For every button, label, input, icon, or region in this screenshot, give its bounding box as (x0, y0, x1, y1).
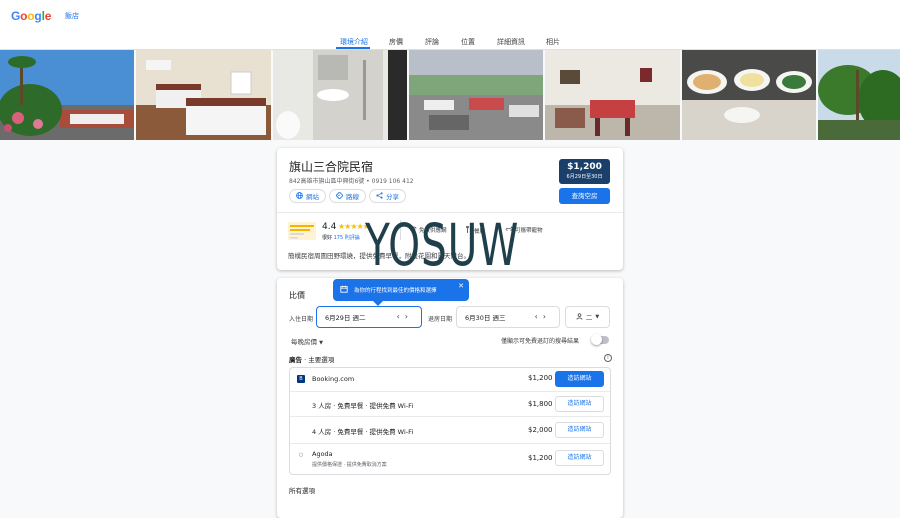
offer-subtitle: 提供價格保證 · 提供免費取消方案 (312, 462, 387, 468)
booking-logo-icon: B (297, 375, 305, 383)
free-cancel-label: 僅顯示可免費退訂的搜尋結果 (501, 338, 580, 345)
price-value: $1,200 (567, 162, 602, 172)
directions-button[interactable]: 路線 (329, 189, 366, 203)
offer-name: 3 人房 · 免費早餐 · 提供免費 Wi-Fi (312, 402, 414, 410)
section-tabs: 環境介紹 房價 評論 位置 詳細資訊 相片 (0, 30, 900, 50)
checkout-date-field[interactable]: 6月30日 週三 ‹› (456, 306, 560, 328)
checkin-value: 6月29日 週二 (325, 314, 366, 322)
close-icon[interactable]: ✕ (458, 282, 464, 290)
hotel-address: 842高雄市旗山區中興街6號 • 0919 106 412 (289, 178, 414, 185)
logo-letter: g (34, 9, 42, 23)
checkout-label: 退房日期 (428, 316, 453, 323)
chevron-left-icon[interactable]: ‹ (535, 312, 543, 321)
rating-summary: 很好 175 則評論 (322, 234, 360, 241)
globe-icon (296, 191, 303, 201)
hotel-name: 旗山三合院民宿 (289, 160, 374, 174)
visit-site-button[interactable]: 造訪網站 (555, 450, 604, 466)
tab-details[interactable]: 詳細資訊 (497, 37, 525, 47)
share-label: 分享 (386, 193, 399, 201)
chevron-left-icon[interactable]: ‹ (397, 312, 405, 321)
photo-dining-hall[interactable] (409, 50, 543, 140)
share-icon (376, 191, 383, 201)
price-dates: 6月29日至30日 (566, 174, 603, 180)
directions-icon (335, 190, 344, 201)
tab-photos[interactable]: 相片 (546, 37, 560, 47)
all-options-heading: 所有選項 (289, 487, 315, 495)
website-label: 網站 (306, 193, 319, 201)
website-button[interactable]: 網站 (289, 189, 326, 203)
checkout-value: 6月30日 週三 (465, 314, 506, 322)
offer-row[interactable]: 3 人房 · 免費早餐 · 提供免費 Wi-Fi $1,800 造訪網站 (290, 392, 610, 417)
tab-reviews[interactable]: 評論 (425, 37, 439, 47)
tab-location[interactable]: 位置 (461, 37, 475, 47)
photo-garden[interactable] (818, 50, 900, 140)
photo-restaurant[interactable] (545, 50, 680, 140)
tab-overview[interactable]: 環境介紹 (340, 37, 368, 47)
offers-list: B Booking.com $1,200 造訪網站 3 人房 · 免費早餐 · … (289, 367, 611, 475)
visit-site-button[interactable]: 造訪網站 (555, 371, 604, 387)
price-comparison-card: 比價 為你的行程找到最佳的價格和選擇 ✕ 入住日期 6月29日 週二 ‹› 退房… (277, 278, 623, 518)
rating-score: 4.4 (322, 222, 337, 232)
ads-heading: 廣告 · 主要選項 (289, 354, 334, 364)
checkin-date-field[interactable]: 6月29日 週二 ‹› (316, 306, 422, 328)
offer-price: $1,800 (528, 400, 553, 408)
checkin-label: 入住日期 (289, 316, 314, 323)
logo-letter: G (11, 9, 21, 23)
logo-letter: e (44, 9, 52, 23)
photo-exterior[interactable] (0, 50, 134, 140)
guests-value: 二 (585, 314, 593, 322)
google-logo[interactable]: Google (11, 9, 51, 23)
tab-prices[interactable]: 房價 (389, 37, 403, 47)
visit-site-button[interactable]: 造訪網站 (555, 396, 604, 412)
ads-title: · 主要選項 (302, 356, 335, 364)
ads-badge: 廣告 (289, 356, 302, 364)
photo-bathroom[interactable] (273, 50, 407, 140)
nightly-price-selector[interactable]: 每晚房價 ▼ (291, 336, 323, 346)
dropdown-arrow-icon: ▼ (319, 340, 323, 346)
person-icon (576, 312, 583, 322)
visit-site-button[interactable]: 造訪網站 (555, 422, 604, 438)
calendar-icon (340, 285, 348, 295)
watermark: YOSUW (365, 211, 520, 279)
photo-bedroom[interactable] (136, 50, 271, 140)
share-button[interactable]: 分享 (369, 189, 406, 203)
offer-name: 4 人房 · 免費早餐 · 提供免費 Wi-Fi (312, 428, 414, 436)
nightly-label: 每晚房價 (291, 338, 317, 346)
offer-price: $2,000 (528, 426, 553, 434)
offer-row[interactable]: 4 人房 · 免費早餐 · 提供免費 Wi-Fi $2,000 造訪網站 (290, 417, 610, 444)
photo-strip (0, 50, 900, 140)
price-summary[interactable]: $1,200 6月29日至30日 (559, 159, 610, 184)
top-bar: Google 飯店 (0, 0, 900, 30)
checkout-arrows: ‹› (535, 312, 551, 321)
info-icon[interactable]: i (604, 354, 612, 362)
offer-price: $1,200 (528, 454, 553, 462)
checkin-arrows: ‹› (397, 312, 413, 321)
rating-label: 很好 (322, 235, 333, 241)
free-cancel-toggle[interactable] (591, 334, 609, 345)
agoda-logo-icon: ○ (298, 452, 304, 458)
trip-tooltip: 為你的行程找到最佳的價格和選擇 ✕ (333, 279, 469, 306)
active-tab-indicator (336, 47, 370, 49)
directions-label: 路線 (346, 193, 359, 201)
tooltip-text: 為你的行程找到最佳的價格和選擇 (354, 288, 437, 294)
offer-row[interactable]: B Booking.com $1,200 造訪網站 (290, 368, 610, 392)
reviews-link[interactable]: 175 則評論 (334, 235, 360, 241)
offer-price: $1,200 (528, 374, 553, 382)
offer-name: Booking.com (312, 375, 355, 383)
photo-breakfast[interactable] (682, 50, 816, 140)
rating-bars-icon (288, 222, 316, 240)
guests-selector[interactable]: 二 ▼ (565, 306, 610, 328)
check-availability-button[interactable]: 查詢空房 (559, 188, 610, 204)
breadcrumb-hotels[interactable]: 飯店 (65, 11, 79, 21)
chevron-down-icon: ▼ (595, 314, 600, 320)
chevron-right-icon[interactable]: › (405, 312, 413, 321)
offer-row[interactable]: ○ Agoda 提供價格保證 · 提供免費取消方案 $1,200 造訪網站 (290, 444, 610, 474)
offer-name: Agoda (312, 450, 333, 458)
section-title: 比價 (289, 291, 305, 300)
chevron-right-icon[interactable]: › (543, 312, 551, 321)
